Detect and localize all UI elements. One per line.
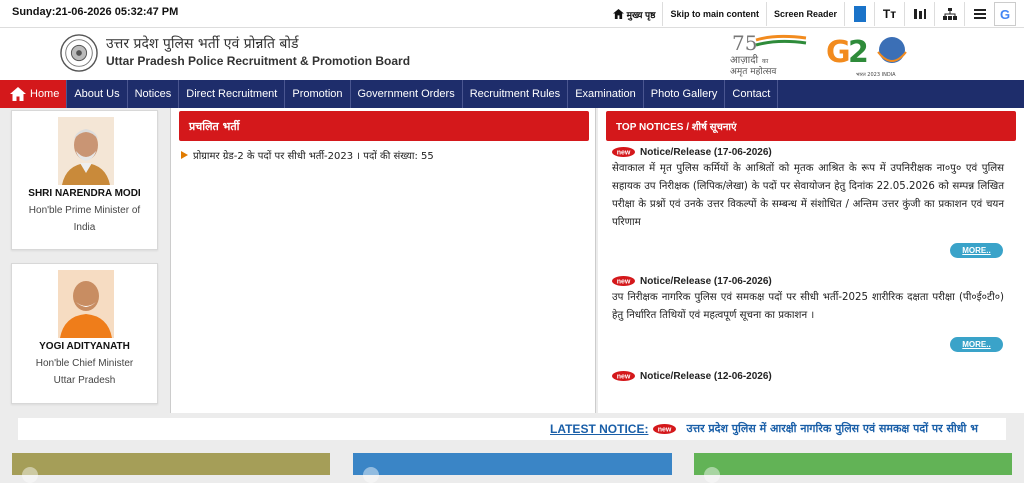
- notice-body: सेवाकाल में मृत पुलिस कर्मियों के आश्रित…: [612, 163, 1004, 228]
- font-size-icon: Tт: [882, 7, 897, 21]
- contrast-icon: [853, 6, 866, 22]
- svg-text:new: new: [617, 374, 631, 381]
- leader-name: YOGI ADITYANATH: [39, 341, 130, 352]
- quick-link-box-1[interactable]: [12, 453, 330, 483]
- leader-name: SHRI NARENDRA MODI: [28, 188, 141, 199]
- bullet-arrow-icon: [181, 151, 188, 159]
- nav-home-label: Home: [30, 88, 60, 100]
- quick-link-box-2[interactable]: [353, 453, 672, 483]
- svg-text:G: G: [826, 35, 851, 70]
- notice-title: Notice/Release (17-06-2026): [640, 275, 772, 287]
- nav-promotion[interactable]: Promotion: [285, 80, 351, 108]
- home-icon: [612, 9, 624, 19]
- notice-item[interactable]: new Notice/Release (12-06-2026): [612, 369, 1004, 383]
- svg-text:अमृत महोत्सव: अमृत महोत्सव: [730, 65, 777, 77]
- latest-notice-ticker: LATEST NOTICE: new उत्तर प्रदेश पुलिस मे…: [18, 418, 1006, 440]
- svg-text:75: 75: [732, 31, 757, 55]
- notice-item[interactable]: new Notice/Release (17-06-2026) सेवाकाल …: [612, 145, 1004, 232]
- site-header: उत्तर प्रदेश पुलिस भर्ती एवं प्रोन्नति ब…: [0, 28, 1024, 80]
- new-badge-icon: new: [612, 147, 635, 157]
- leader-card-pm: SHRI NARENDRA MODI Hon'ble Prime Ministe…: [11, 110, 158, 250]
- google-icon: G: [999, 6, 1011, 22]
- top-notices-panel: TOP NOTICES / शीर्ष सूचनाएं new Notice/R…: [598, 108, 1024, 413]
- quick-link-icon: [22, 467, 38, 483]
- notice-title: Notice/Release (12-06-2026): [640, 370, 772, 382]
- quick-link-icon: [363, 467, 379, 483]
- g20-logo: G 2 भारत 2023 INDIA: [826, 35, 907, 78]
- google-translate-button[interactable]: G: [994, 2, 1016, 26]
- leader-card-cm: YOGI ADITYANATH Hon'ble Chief Minister U…: [11, 263, 158, 404]
- contrast-toggle[interactable]: [844, 2, 874, 26]
- nav-direct-recruitment[interactable]: Direct Recruitment: [179, 80, 286, 108]
- nav-recruitment-rules[interactable]: Recruitment Rules: [463, 80, 569, 108]
- svg-text:आज़ादी: आज़ादी: [730, 54, 759, 66]
- screen-reader-link[interactable]: Screen Reader: [765, 2, 844, 26]
- quick-link-icon: [704, 467, 720, 483]
- notice-title: Notice/Release (17-06-2026): [640, 146, 772, 158]
- nav-examination[interactable]: Examination: [568, 80, 644, 108]
- skip-to-main-link[interactable]: Skip to main content: [662, 2, 766, 26]
- board-title-hindi: उत्तर प्रदेश पुलिस भर्ती एवं प्रोन्नति ब…: [106, 36, 299, 52]
- notice-item[interactable]: new Notice/Release (17-06-2026) उप निरीक…: [612, 274, 1004, 325]
- notice-body: उप निरीक्षक नागरिक पुलिस एवं समकक्ष पदों…: [612, 292, 1004, 321]
- list-icon: [973, 9, 986, 19]
- new-badge-icon: new: [653, 423, 677, 434]
- azadi-ka-amrit-mahotsav-logo: 75 आज़ादी का अमृत महोत्सव: [730, 31, 807, 77]
- sitemap-icon: [942, 8, 957, 20]
- home-link-label: मुख्य पृष्ठ: [626, 9, 656, 20]
- current-recruitment-heading: प्रचलित भर्ती: [179, 111, 589, 141]
- settings-button[interactable]: [904, 2, 934, 26]
- svg-text:भारत 2023 INDIA: भारत 2023 INDIA: [856, 72, 896, 78]
- font-size-toggle[interactable]: Tт: [874, 2, 904, 26]
- cm-photo: [58, 270, 114, 338]
- nav-notices[interactable]: Notices: [128, 80, 180, 108]
- sliders-icon: [913, 9, 926, 19]
- svg-text:new: new: [617, 150, 631, 157]
- top-utility-bar: Sunday:21-06-2026 05:32:47 PM मुख्य पृष्…: [0, 0, 1024, 28]
- new-badge-icon: new: [612, 371, 635, 381]
- sitemap-button[interactable]: [934, 2, 964, 26]
- svg-text:2: 2: [848, 35, 869, 70]
- utility-links: मुख्य पृष्ठ Skip to main content Screen …: [606, 2, 1016, 26]
- leader-role-line2: India: [73, 222, 96, 233]
- list-button[interactable]: [964, 2, 994, 26]
- top-notices-heading: TOP NOTICES / शीर्ष सूचनाएं: [606, 111, 1016, 141]
- more-button[interactable]: MORE..: [950, 337, 1003, 352]
- nav-home[interactable]: Home: [0, 80, 68, 108]
- recruitment-item[interactable]: प्रोग्रामर ग्रेड-2 के पदों पर सीधी भर्ती…: [181, 148, 434, 162]
- nav-contact[interactable]: Contact: [725, 80, 779, 108]
- leader-role-line2: Uttar Pradesh: [53, 375, 116, 386]
- pm-photo: [58, 117, 114, 185]
- date-time: Sunday:21-06-2026 05:32:47 PM: [12, 6, 179, 18]
- svg-text:का: का: [762, 58, 769, 65]
- svg-text:new: new: [658, 426, 672, 433]
- home-icon: [10, 87, 26, 101]
- new-badge-icon: new: [612, 276, 635, 286]
- nav-about-us[interactable]: About Us: [67, 80, 128, 108]
- latest-notice-label[interactable]: LATEST NOTICE:: [550, 422, 648, 436]
- svg-text:new: new: [617, 279, 631, 286]
- board-title-english: Uttar Pradesh Police Recruitment & Promo…: [106, 54, 411, 68]
- main-navigation: Home About Us Notices Direct Recruitment…: [0, 80, 1024, 108]
- recruitment-item-text: प्रोग्रामर ग्रेड-2 के पदों पर सीधी भर्ती…: [193, 151, 434, 162]
- quick-link-box-3[interactable]: [694, 453, 1012, 483]
- nav-photo-gallery[interactable]: Photo Gallery: [644, 80, 726, 108]
- latest-notice-text[interactable]: उत्तर प्रदेश पुलिस में आरक्षी नागरिक पुल…: [686, 421, 978, 436]
- leaders-sidebar: SHRI NARENDRA MODI Hon'ble Prime Ministe…: [0, 108, 168, 413]
- leader-role: Hon'ble Chief Minister: [35, 358, 134, 369]
- home-link[interactable]: मुख्य पृष्ठ: [606, 2, 663, 26]
- nav-government-orders[interactable]: Government Orders: [351, 80, 463, 108]
- board-emblem-logo[interactable]: [60, 34, 98, 72]
- leader-role: Hon'ble Prime Minister of: [28, 205, 141, 216]
- more-button[interactable]: MORE..: [950, 243, 1003, 258]
- current-recruitment-panel: प्रचलित भर्ती प्रोग्रामर ग्रेड-2 के पदों…: [170, 108, 596, 413]
